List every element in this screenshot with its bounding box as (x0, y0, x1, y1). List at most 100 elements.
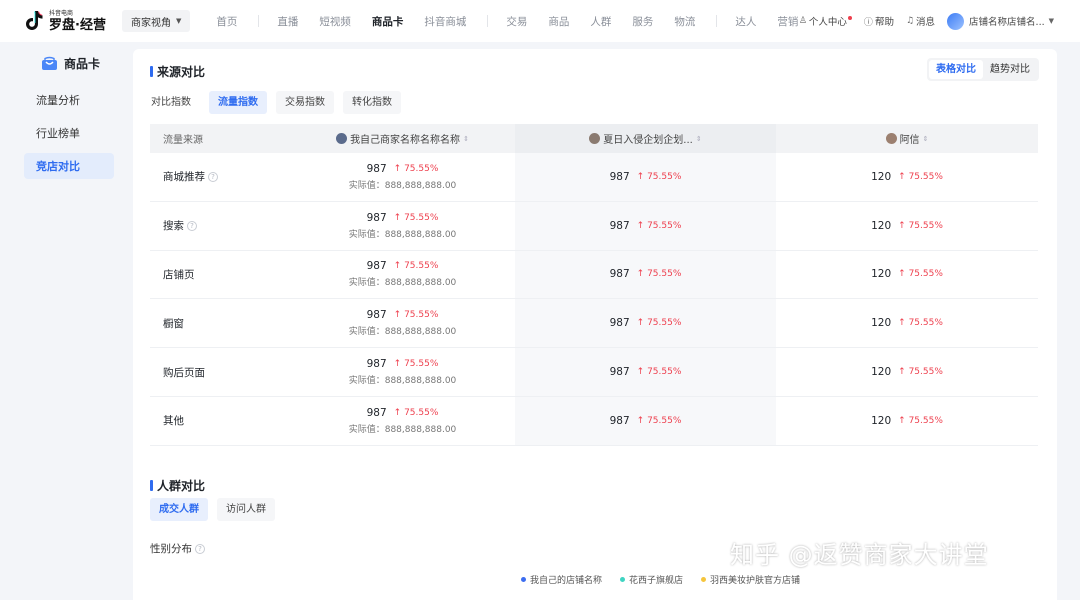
cell-actual: 实际值：888,888,888.00 (349, 227, 457, 240)
personal-center-link[interactable]: ♙ 个人中心 (799, 14, 852, 28)
actual-value: 888,888,888.00 (384, 229, 457, 240)
cell-delta: ↑ 75.55% (636, 367, 682, 378)
actual-label: 实际值： (348, 278, 385, 289)
cell-competitor-1: 987 ↑ 75.55% (515, 415, 776, 427)
delta-value: 75.55% (404, 407, 439, 418)
nav-live[interactable]: 直播 (277, 14, 298, 29)
nav-divider (258, 15, 260, 27)
cell-competitor-2: 120 ↑ 75.55% (776, 171, 1038, 183)
nav-trade[interactable]: 交易 (506, 14, 527, 29)
delta-value: 75.55% (908, 269, 943, 280)
tab-traffic-index[interactable]: 流量指数 (209, 91, 267, 114)
tab-conversion-index[interactable]: 转化指数 (343, 91, 401, 114)
legend-item[interactable]: 我自己的店铺名称 (521, 573, 602, 586)
nav-douyin-mall[interactable]: 抖音商城 (424, 14, 466, 29)
nav-crowd[interactable]: 人群 (590, 14, 611, 29)
cell-source: 商城推荐? (150, 169, 290, 184)
cell-own-store: 987 ↑ 75.55% 实际值：888,888,888.00 (290, 309, 515, 337)
cell-value: 987 (609, 219, 630, 232)
cell-competitor-1: 987 ↑ 75.55% (515, 268, 776, 280)
avatar (589, 133, 601, 144)
cell-delta: ↑ 75.55% (898, 318, 943, 329)
nav-service[interactable]: 服务 (632, 14, 653, 29)
tab-visit-crowd[interactable]: 访问人群 (217, 498, 275, 521)
title-accent-bar (150, 66, 153, 77)
cell-delta: ↑ 75.55% (898, 171, 943, 182)
cell-actual: 实际值：888,888,888.00 (349, 275, 457, 288)
cell-delta: ↑ 75.55% (636, 318, 682, 329)
legend-item[interactable]: 羽西美妆护肤官方店铺 (701, 573, 800, 586)
table-row: 搜索? 987 ↑ 75.55% 实际值：888,888,888.00 987 ↑ 75.… (150, 202, 1038, 251)
view-toggle-trend[interactable]: 趋势对比 (983, 60, 1037, 79)
source-label: 商城推荐 (163, 171, 205, 184)
cell-actual: 实际值：888,888,888.00 (349, 324, 457, 337)
nav-influencer[interactable]: 达人 (735, 14, 756, 29)
help-icon[interactable]: ? (195, 543, 205, 554)
cell-competitor-1: 987 ↑ 75.55% (515, 366, 776, 378)
messages-link[interactable]: ♫ 消息 (906, 14, 935, 28)
delta-value: 75.55% (404, 310, 439, 321)
cell-value: 120 (871, 219, 892, 232)
cell-competitor-2: 120 ↑ 75.55% (776, 366, 1038, 378)
sidebar-item-traffic-analysis[interactable]: 流量分析 (24, 87, 114, 113)
header-competitor-1[interactable]: 夏日入侵企划企划... ⇕ (515, 124, 776, 153)
cell-own-store: 987 ↑ 75.55% 实际值：888,888,888.00 (290, 358, 515, 386)
cell-value: 120 (871, 366, 892, 379)
cell-value: 987 (366, 162, 387, 175)
delta-value: 75.55% (647, 318, 682, 329)
cell-value: 987 (609, 268, 630, 281)
help-icon[interactable]: ? (187, 220, 197, 231)
sidebar-item-competitor-compare[interactable]: 竞店对比 (24, 153, 114, 179)
sidebar-item-industry-ranking[interactable]: 行业榜单 (24, 120, 114, 146)
cell-value: 120 (871, 317, 892, 330)
nav-logistics[interactable]: 物流 (674, 14, 695, 29)
legend-dot (521, 577, 526, 582)
personal-center-label: 个人中心 (808, 17, 847, 28)
cell-delta: ↑ 75.55% (636, 415, 682, 426)
cell-own-store: 987 ↑ 75.55% 实际值：888,888,888.00 (290, 407, 515, 435)
metric-tabs: 对比指数 流量指数 交易指数 转化指数 (150, 91, 410, 114)
store-switcher[interactable]: 店铺名称店铺名... ▼ (947, 12, 1056, 30)
cell-value: 987 (366, 309, 387, 322)
notification-dot (847, 16, 852, 20)
cell-competitor-1: 987 ↑ 75.55% (515, 220, 776, 232)
brand-logo[interactable]: 抖音电商 罗盘·经营 (24, 10, 114, 32)
actual-label: 实际值： (348, 180, 385, 191)
sidebar-title: 商品卡 (41, 55, 100, 72)
nav-product-card[interactable]: 商品卡 (372, 14, 404, 29)
nav-home[interactable]: 首页 (216, 14, 237, 29)
perspective-select[interactable]: 商家视角 ▼ (122, 10, 191, 32)
store-name: 店铺名称店铺名... (969, 17, 1045, 28)
section-title-crowd: 人群对比 (150, 477, 205, 494)
view-toggle-table[interactable]: 表格对比 (929, 60, 983, 79)
actual-value: 888,888,888.00 (384, 278, 457, 289)
help-icon[interactable]: ? (208, 171, 218, 182)
nav-short-video[interactable]: 短视频 (319, 14, 351, 29)
actual-value: 888,888,888.00 (384, 424, 457, 435)
sidebar: 商品卡 流量分析 行业榜单 竞店对比 (0, 42, 132, 600)
main-nav: 首页 直播 短视频 商品卡 抖音商城 交易 商品 人群 服务 物流 达人 营销 (216, 14, 819, 29)
shopping-bag-icon (42, 56, 57, 70)
delta-value: 75.55% (404, 261, 439, 272)
legend-label: 羽西美妆护肤官方店铺 (710, 576, 801, 586)
cell-own-store: 987 ↑ 75.55% 实际值：888,888,888.00 (290, 163, 515, 191)
view-toggle: 表格对比 趋势对比 (927, 58, 1039, 81)
cell-delta: ↑ 75.55% (393, 212, 439, 223)
tab-deal-crowd[interactable]: 成交人群 (150, 498, 208, 521)
header-own-store[interactable]: 我自己商家名称名称名称 ⇕ (290, 124, 515, 153)
legend-item[interactable]: 花西子旗舰店 (620, 573, 683, 586)
header-competitor-2[interactable]: 阿信 ⇕ (776, 124, 1038, 153)
header-competitor-1-label: 夏日入侵企划企划... (603, 135, 693, 146)
tab-trade-index[interactable]: 交易指数 (276, 91, 334, 114)
table-header: 流量来源 我自己商家名称名称名称 ⇕ 夏日入侵企划企划... ⇕ 阿信 ⇕ (150, 124, 1038, 153)
cell-competitor-1: 987 ↑ 75.55% (515, 171, 776, 183)
title-accent-bar (150, 480, 153, 491)
header-competitor-2-label: 阿信 (899, 135, 920, 146)
perspective-value: 商家视角 (131, 17, 171, 29)
cell-own-store: 987 ↑ 75.55% 实际值：888,888,888.00 (290, 212, 515, 240)
tab-compare-index[interactable]: 对比指数 (150, 91, 200, 114)
nav-product[interactable]: 商品 (548, 14, 569, 29)
source-label: 其他 (163, 415, 184, 428)
help-link[interactable]: ⓘ 帮助 (864, 14, 894, 28)
gender-distribution-label: 性别分布 ? (150, 541, 205, 556)
